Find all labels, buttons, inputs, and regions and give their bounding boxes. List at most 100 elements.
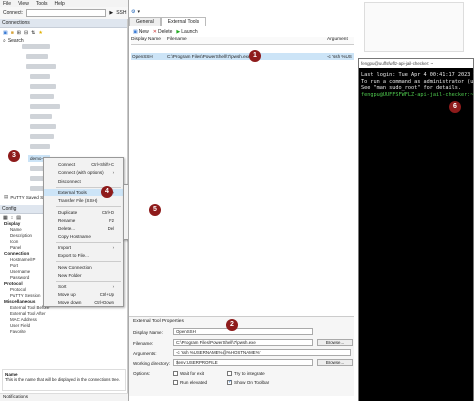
new-connection-icon[interactable]: ▣	[3, 30, 8, 36]
table-row[interactable]	[131, 45, 355, 52]
chevron-right-icon: ›	[112, 284, 114, 289]
menu-separator	[56, 242, 121, 243]
table-row-selected[interactable]: OpenSSH C:\Program Files\PowerShell\7\pw…	[131, 53, 355, 60]
menu-item-move-down[interactable]: Move down Ctrl+Down	[44, 299, 123, 306]
menu-item-import[interactable]: Import ›	[44, 244, 123, 251]
menu-tools[interactable]: Tools	[36, 1, 48, 7]
menu-view[interactable]: View	[18, 1, 29, 7]
browse-workdir-button[interactable]: Browse...	[317, 359, 353, 366]
new-icon: ▣	[133, 28, 138, 35]
tree-item-blurred[interactable]	[30, 144, 50, 149]
chevron-down-icon[interactable]: ▾	[137, 9, 140, 15]
wait-for-exit-checkbox[interactable]: Wait for exit	[173, 369, 204, 377]
terminal-title: fengpu@uuffsfwflz-api-jail-checker: ~	[359, 59, 473, 68]
menu-item-copy-hostname[interactable]: Copy Hostname	[44, 233, 123, 240]
tree-item-blurred[interactable]	[26, 64, 56, 69]
browse-filename-button[interactable]: Browse...	[317, 339, 353, 346]
tree-item-blurred[interactable]	[30, 84, 56, 89]
categorized-icon[interactable]: ▦	[3, 215, 8, 221]
search-row[interactable]: ⌕ Search	[0, 37, 127, 44]
tools-icon[interactable]: ⚙	[131, 9, 135, 15]
tree-item-blurred[interactable]	[26, 54, 48, 59]
column-argument[interactable]: Argument	[327, 37, 355, 44]
step-badge-2: 2	[226, 319, 238, 331]
step-badge-4: 4	[101, 186, 113, 198]
step-badge-1: 1	[249, 50, 261, 62]
menu-item-duplicate[interactable]: Duplicate Ctrl+D	[44, 209, 123, 216]
favorite-icon[interactable]: ★	[38, 30, 42, 36]
chevron-right-icon: ›	[112, 170, 114, 175]
connections-toolbar: ▣ ■ ⊞ ⊟ ⇅ ★	[0, 28, 127, 37]
collapse-icon[interactable]: ⊟	[24, 30, 28, 36]
new-folder-icon[interactable]: ■	[11, 30, 14, 36]
tab-strip: General External Tools	[129, 17, 207, 26]
tools-grid-header: Display Name Filename Argument	[131, 37, 355, 45]
step-badge-3: 3	[8, 150, 20, 162]
tree-item-blurred[interactable]	[30, 134, 54, 139]
filename-input[interactable]: C:\Program Files\PowerShell\7\pwsh.exe	[173, 339, 313, 346]
menu-item-rename[interactable]: Rename F2	[44, 217, 123, 224]
play-icon: ▶	[109, 10, 114, 16]
context-menu: Connect Ctrl+Shift+C Connect (with option…	[43, 157, 124, 307]
menu-file[interactable]: File	[3, 1, 11, 7]
arguments-input[interactable]: -c 'ssh %USERNAME%@%HOSTNAME%'	[173, 349, 351, 356]
terminal-line: Last login: Tue Apr 4 00:41:17 2023 fr	[361, 72, 474, 78]
terminal-line: See "man sudo_root" for details.	[361, 85, 461, 91]
working-directory-input[interactable]: $env:USERPROFILE	[173, 359, 313, 366]
properties-icon[interactable]: ▤	[16, 215, 21, 221]
column-filename[interactable]: Filename	[167, 37, 327, 44]
protocol-label: SSH	[116, 10, 127, 16]
menu-item-delete[interactable]: Delete... Del	[44, 225, 123, 232]
connect-label: Connect:	[3, 10, 24, 16]
tree-item-blurred[interactable]	[30, 104, 60, 109]
try-integrate-checkbox[interactable]: Try to integrate	[227, 369, 265, 377]
tree-item-putty-saved[interactable]: ▤ PuTTY Saved S	[4, 194, 43, 200]
quick-connect-bar: Connect: ▶ SSH ▾	[0, 7, 132, 19]
menu-help[interactable]: Help	[55, 1, 65, 7]
quick-connect-input[interactable]	[26, 9, 107, 17]
step-badge-5: 5	[149, 204, 161, 216]
search-label: Search	[7, 37, 24, 44]
menu-item-transfer-file[interactable]: Transfer File (SSH)	[44, 197, 123, 204]
filename-label: Filename:	[133, 340, 154, 346]
tab-general[interactable]: General	[129, 17, 161, 26]
display-name-input[interactable]: OpenSSH	[173, 328, 313, 335]
terminal-prompt[interactable]: fengpu@UUFFSFWFLZ-api-jail-checker:~$	[359, 92, 474, 99]
description-text: This is the name that will be displayed …	[5, 377, 120, 382]
tree-item-blurred[interactable]	[30, 114, 52, 119]
display-name-label: Display Name:	[133, 329, 163, 335]
launch-icon: ▶	[176, 28, 181, 35]
search-icon: ⌕	[3, 37, 6, 44]
show-on-toolbar-checkbox[interactable]: Show On Toolbar	[227, 378, 269, 386]
tree-item-blurred[interactable]	[30, 94, 54, 99]
menu-item-sort[interactable]: Sort ›	[44, 283, 123, 290]
menu-item-new-folder[interactable]: New Folder	[44, 272, 123, 279]
new-tool-button[interactable]: ▣ New	[133, 29, 149, 35]
expand-icon[interactable]: ⊞	[17, 30, 21, 36]
working-directory-label: Working directory:	[133, 360, 170, 366]
menu-separator	[56, 281, 121, 282]
column-display-name[interactable]: Display Name	[131, 37, 167, 44]
sort-icon[interactable]: ⇅	[31, 30, 35, 36]
step-badge-6: 6	[449, 101, 461, 113]
menu-item-export[interactable]: Export to File...	[44, 252, 123, 259]
tab-external-tools[interactable]: External Tools	[160, 17, 207, 26]
config-item[interactable]: Favorite	[0, 329, 128, 335]
options-label: Options:	[133, 370, 151, 376]
menu-item-new-connection[interactable]: New Connection	[44, 264, 123, 271]
menu-item-disconnect[interactable]: Disconnect	[44, 178, 123, 185]
menu-item-connect[interactable]: Connect Ctrl+Shift+C	[44, 161, 123, 168]
run-elevated-checkbox[interactable]: Run elevated	[173, 378, 207, 386]
tree-item-blurred[interactable]	[30, 74, 50, 79]
external-tools-pane: ⚙ ▾ General External Tools ▣ New ✕ Delete …	[128, 0, 355, 401]
menu-item-connect-with-options[interactable]: Connect (with options) ›	[44, 169, 123, 176]
menu-item-move-up[interactable]: Move up Ctrl+Up	[44, 291, 123, 298]
tree-item-blurred[interactable]	[22, 44, 50, 49]
background-window	[364, 2, 464, 52]
tree-item-blurred[interactable]	[30, 124, 56, 129]
launch-tool-button[interactable]: ▶ Launch	[176, 29, 197, 35]
alphabetical-icon[interactable]: ↕	[11, 215, 14, 221]
notifications-bar[interactable]: Notifications	[0, 393, 128, 401]
delete-tool-button[interactable]: ✕ Delete	[153, 29, 173, 35]
menu-separator	[56, 206, 121, 207]
